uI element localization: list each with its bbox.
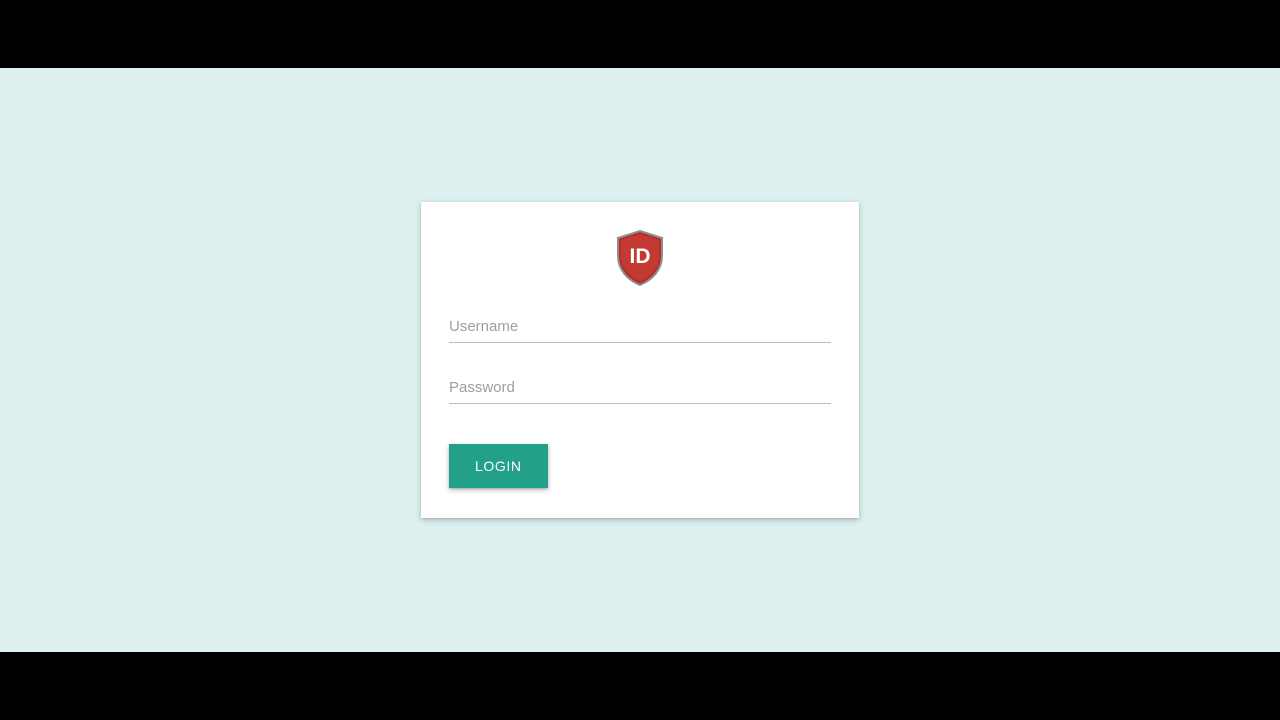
password-input[interactable] — [449, 373, 831, 404]
login-button[interactable]: LOGIN — [449, 444, 548, 488]
logo-container: ID — [449, 230, 831, 286]
username-field — [449, 312, 831, 343]
username-input[interactable] — [449, 312, 831, 343]
shield-id-icon: ID — [615, 230, 665, 286]
logo-text: ID — [630, 245, 651, 268]
login-card: ID LOGIN — [421, 202, 859, 518]
page-background: ID LOGIN — [0, 68, 1280, 652]
password-field — [449, 373, 831, 404]
